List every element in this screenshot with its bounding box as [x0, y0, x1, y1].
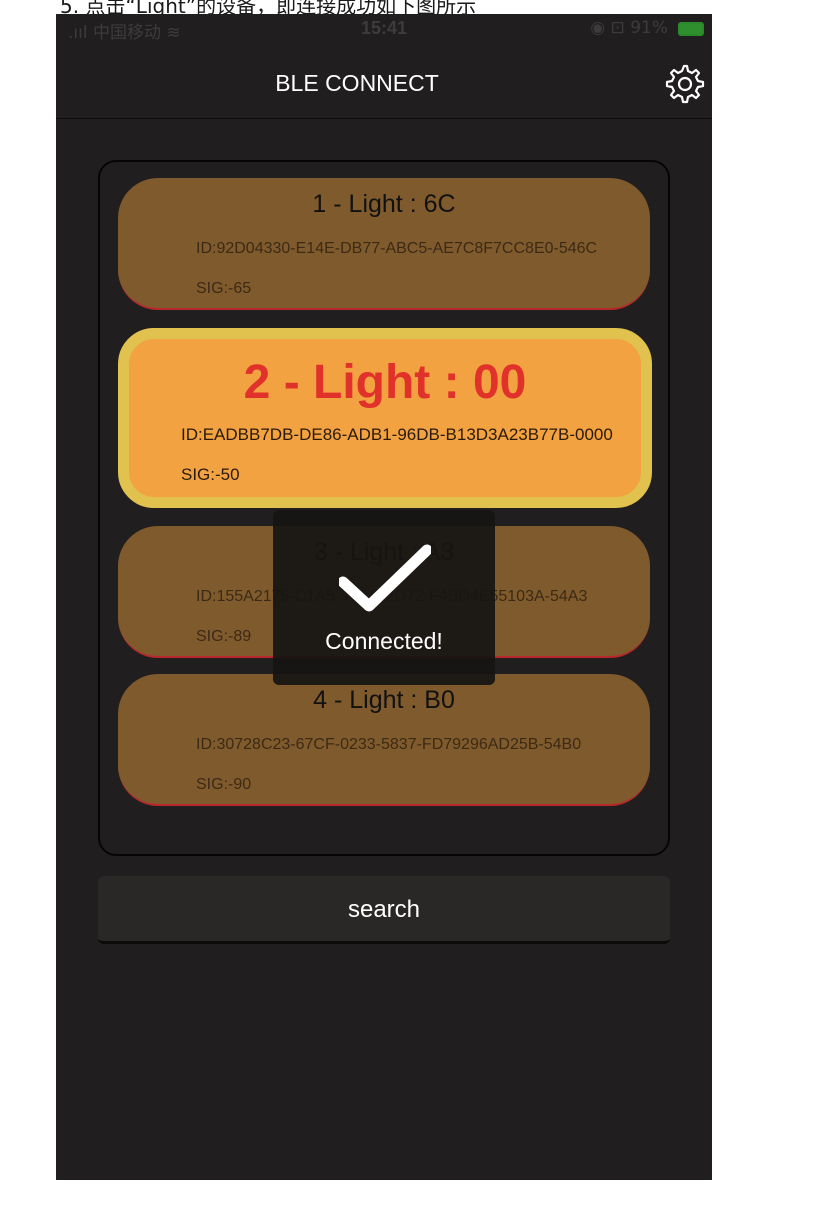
caption-text: 5. 点击“Light”的设备，即连接成功如下图所示 — [60, 0, 477, 14]
status-bar: .ııl 中国移动 ≋ 15:41 ◉ ⊡ 91% — [56, 14, 712, 48]
checkmark-icon — [339, 544, 431, 612]
alarm-icon: ⊡ — [610, 18, 631, 38]
device-name: 4 - Light : B0 — [313, 686, 455, 714]
device-card-2-selected[interactable]: 2 - Light : 00 ID:EADBB7DB-DE86-ADB1-96D… — [118, 328, 652, 508]
device-signal: SIG:-89 — [196, 628, 252, 645]
connected-toast: Connected! — [273, 510, 495, 685]
gear-icon[interactable] — [662, 62, 706, 106]
device-id: ID:EADBB7DB-DE86-ADB1-96DB-B13D3A23B77B-… — [181, 425, 613, 444]
device-signal: SIG:-65 — [196, 280, 252, 297]
device-id: ID:30728C23-67CF-0233-5837-FD79296AD25B-… — [196, 736, 582, 753]
toast-message: Connected! — [325, 628, 443, 654]
device-id: ID:92D04330-E14E-DB77-ABC5-AE7C8F7CC8E0-… — [196, 240, 598, 257]
battery-icon — [678, 22, 704, 36]
phone-screen: .ııl 中国移动 ≋ 15:41 ◉ ⊡ 91% BLE CONNECT 1 … — [56, 14, 712, 1180]
caption-strip: 5. 点击“Light”的设备，即连接成功如下图所示 — [0, 0, 828, 14]
device-signal: SIG:-90 — [196, 776, 252, 793]
search-button[interactable]: search — [98, 876, 670, 944]
battery-percent: 91% — [630, 18, 668, 38]
device-signal: SIG:-50 — [181, 465, 240, 484]
device-name: 2 - Light : 00 — [243, 356, 527, 409]
device-card-4[interactable]: 4 - Light : B0 ID:30728C23-67CF-0233-583… — [118, 674, 650, 806]
search-button-label: search — [347, 896, 421, 923]
nav-bar: BLE CONNECT — [56, 48, 712, 119]
nav-title: BLE CONNECT — [275, 70, 439, 96]
device-card-1[interactable]: 1 - Light : 6C ID:92D04330-E14E-DB77-ABC… — [118, 178, 650, 310]
status-battery-group: ◉ ⊡ 91% — [590, 18, 668, 38]
device-name: 1 - Light : 6C — [312, 190, 456, 218]
lock-rotation-icon: ◉ — [590, 18, 611, 38]
